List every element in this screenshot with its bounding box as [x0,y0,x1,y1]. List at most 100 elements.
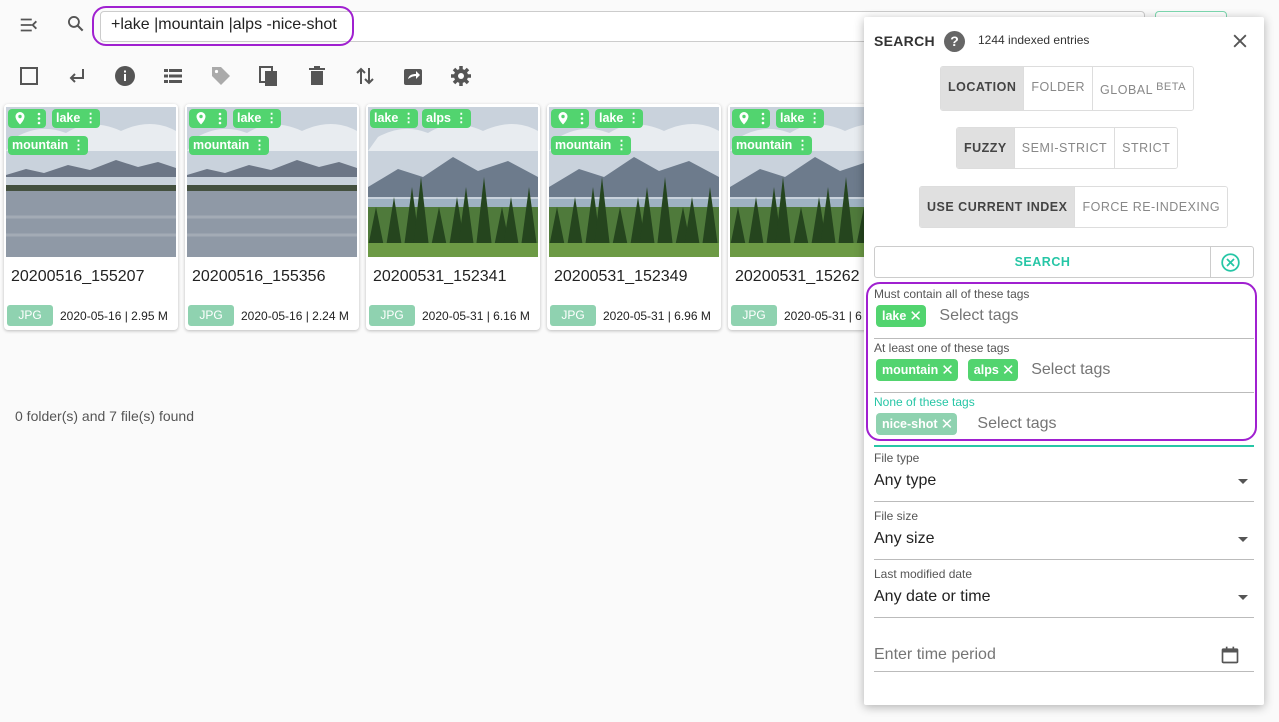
must-contain-field[interactable]: Must contain all of these tags lake ✕ [874,285,1254,339]
file-meta: 2020-05-16 | 2.24 M [241,309,349,323]
file-type-select[interactable]: File type Any type [874,447,1254,502]
scope-location-button[interactable]: LOCATION [941,67,1025,110]
file-card[interactable]: lake ⋮ mountain ⋮ 20200516_155356 JPG 2020-05-… [185,104,359,330]
search-button[interactable]: SEARCH [875,247,1211,277]
thumbnail[interactable] [187,107,357,257]
index-button-group: USE CURRENT INDEX FORCE RE-INDEXING [919,186,1229,228]
file-name: 20200531_152349 [554,268,688,285]
search-action-bar: SEARCH [874,246,1254,278]
scope-global-button[interactable]: GLOBAL BETA [1093,67,1193,110]
thumbnail[interactable] [368,107,538,257]
sort-icon[interactable] [353,64,377,88]
dots-vertical-icon[interactable]: ⋮ [796,136,808,155]
close-icon[interactable]: ✕ [909,306,922,328]
view-list-icon[interactable] [161,64,185,88]
close-icon[interactable] [1230,31,1250,51]
tag-chip[interactable]: mountain ⋮ [551,136,631,155]
calendar-icon[interactable] [1220,645,1240,665]
tag-chip[interactable]: lake ✕ [876,305,926,327]
clear-search-icon[interactable] [1220,252,1241,273]
geo-tag[interactable] [551,109,589,128]
results-count: 0 folder(s) and 7 file(s) found [15,408,194,424]
tag-chip[interactable]: lake ⋮ [52,109,100,128]
information-icon[interactable] [113,64,137,88]
tag-chip[interactable]: mountain ⋮ [189,136,269,155]
panel-title: SEARCH [874,33,935,49]
file-extension-badge: JPG [7,305,53,326]
file-card[interactable]: lake ⋮ mountain ⋮ 20200531_152349 JPG 2020-05-… [547,104,721,330]
at-least-one-label: At least one of these tags [874,341,1010,355]
thumbnail[interactable] [6,107,176,257]
chevron-down-icon [1238,537,1248,542]
tag-chip[interactable]: lake ⋮ [233,109,281,128]
mode-strict-button[interactable]: STRICT [1115,128,1178,168]
tag-label: mountain [736,138,793,152]
file-name: 20200516_155356 [192,268,326,285]
tag-select-input[interactable] [977,415,1178,433]
file-size-select[interactable]: File size Any size [874,505,1254,560]
dots-vertical-icon[interactable]: ⋮ [265,109,277,128]
menu-open-icon[interactable] [18,14,40,36]
settings-icon[interactable] [449,64,473,88]
tag-chip[interactable]: lake ⋮ [370,109,418,128]
file-name: 20200516_155207 [11,268,145,285]
thumbnail[interactable] [549,107,719,257]
help-icon[interactable]: ? [944,31,965,52]
dots-vertical-icon[interactable]: ⋮ [84,109,96,128]
tag-chip[interactable]: alps ⋮ [422,109,471,128]
tag-chip-label: alps [973,363,999,377]
mode-fuzzy-button[interactable]: FUZZY [957,128,1015,168]
magnify-icon[interactable] [66,14,86,34]
dots-vertical-icon[interactable]: ⋮ [615,136,627,155]
subdirectory-arrow-left-icon[interactable] [65,64,89,88]
dots-vertical-icon[interactable]: ⋮ [455,109,467,128]
use-current-index-button[interactable]: USE CURRENT INDEX [920,187,1076,227]
file-extension-badge: JPG [369,305,415,326]
file-name: 20200531_152341 [373,268,507,285]
tag-chip[interactable]: mountain ✕ [876,359,958,381]
export-icon[interactable] [401,64,425,88]
file-card[interactable]: lake ⋮ mountain ⋮ 20200516_155207 JPG 2020-05-… [4,104,178,330]
at-least-one-field[interactable]: At least one of these tags mountain ✕ alps… [874,339,1254,393]
delete-icon[interactable] [305,64,329,88]
scope-folder-button[interactable]: FOLDER [1024,67,1094,110]
file-card[interactable]: lake ⋮ alps ⋮ 20200531_152341 JPG 2020-05-31 |… [366,104,540,330]
force-reindexing-button[interactable]: FORCE RE-INDEXING [1075,187,1228,227]
dots-vertical-icon[interactable]: ⋮ [627,109,639,128]
file-type-label: File type [874,451,920,465]
geo-tag[interactable] [189,109,227,128]
tag-chip[interactable]: nice-shot ✕ [876,413,958,436]
checkbox-blank-icon[interactable] [17,64,41,88]
dots-vertical-icon[interactable]: ⋮ [808,109,820,128]
tag-label: mountain [555,138,612,152]
geo-tag[interactable] [8,109,46,128]
tag-chip[interactable]: lake ⋮ [595,109,643,128]
dots-vertical-icon[interactable]: ⋮ [402,109,414,128]
modified-date-select[interactable]: Last modified date Any date or time [874,563,1254,618]
close-icon[interactable]: ✕ [941,360,954,382]
tag-select-input[interactable] [939,307,1140,325]
dots-vertical-icon[interactable]: ⋮ [253,136,265,155]
geo-tag[interactable] [732,109,770,128]
thumbnail-image [187,107,357,257]
file-meta: 2020-05-31 | 6.96 M [603,309,711,323]
tag-label: alps [426,111,452,125]
none-of-field[interactable]: None of these tags nice-shot ✕ [874,393,1254,447]
tag-select-input[interactable] [1031,361,1232,379]
close-icon[interactable]: ✕ [1002,360,1015,382]
time-period-input[interactable] [874,646,1174,664]
tag-chip[interactable]: lake ⋮ [776,109,824,128]
search-input[interactable] [111,16,811,34]
tag-chip[interactable]: mountain ⋮ [8,136,88,155]
tag-icon[interactable] [209,64,233,88]
tag-chip[interactable]: alps ✕ [967,359,1019,382]
tag-label: lake [374,111,399,125]
tag-label: lake [599,111,624,125]
dots-vertical-icon[interactable]: ⋮ [72,136,84,155]
tag-chip[interactable]: mountain ⋮ [732,136,812,155]
close-icon[interactable]: ✕ [941,414,954,436]
mode-semi-strict-button[interactable]: SEMI-STRICT [1014,128,1116,168]
map-marker-icon [558,112,584,125]
copy-icon[interactable] [257,64,281,88]
map-marker-icon [196,112,222,125]
